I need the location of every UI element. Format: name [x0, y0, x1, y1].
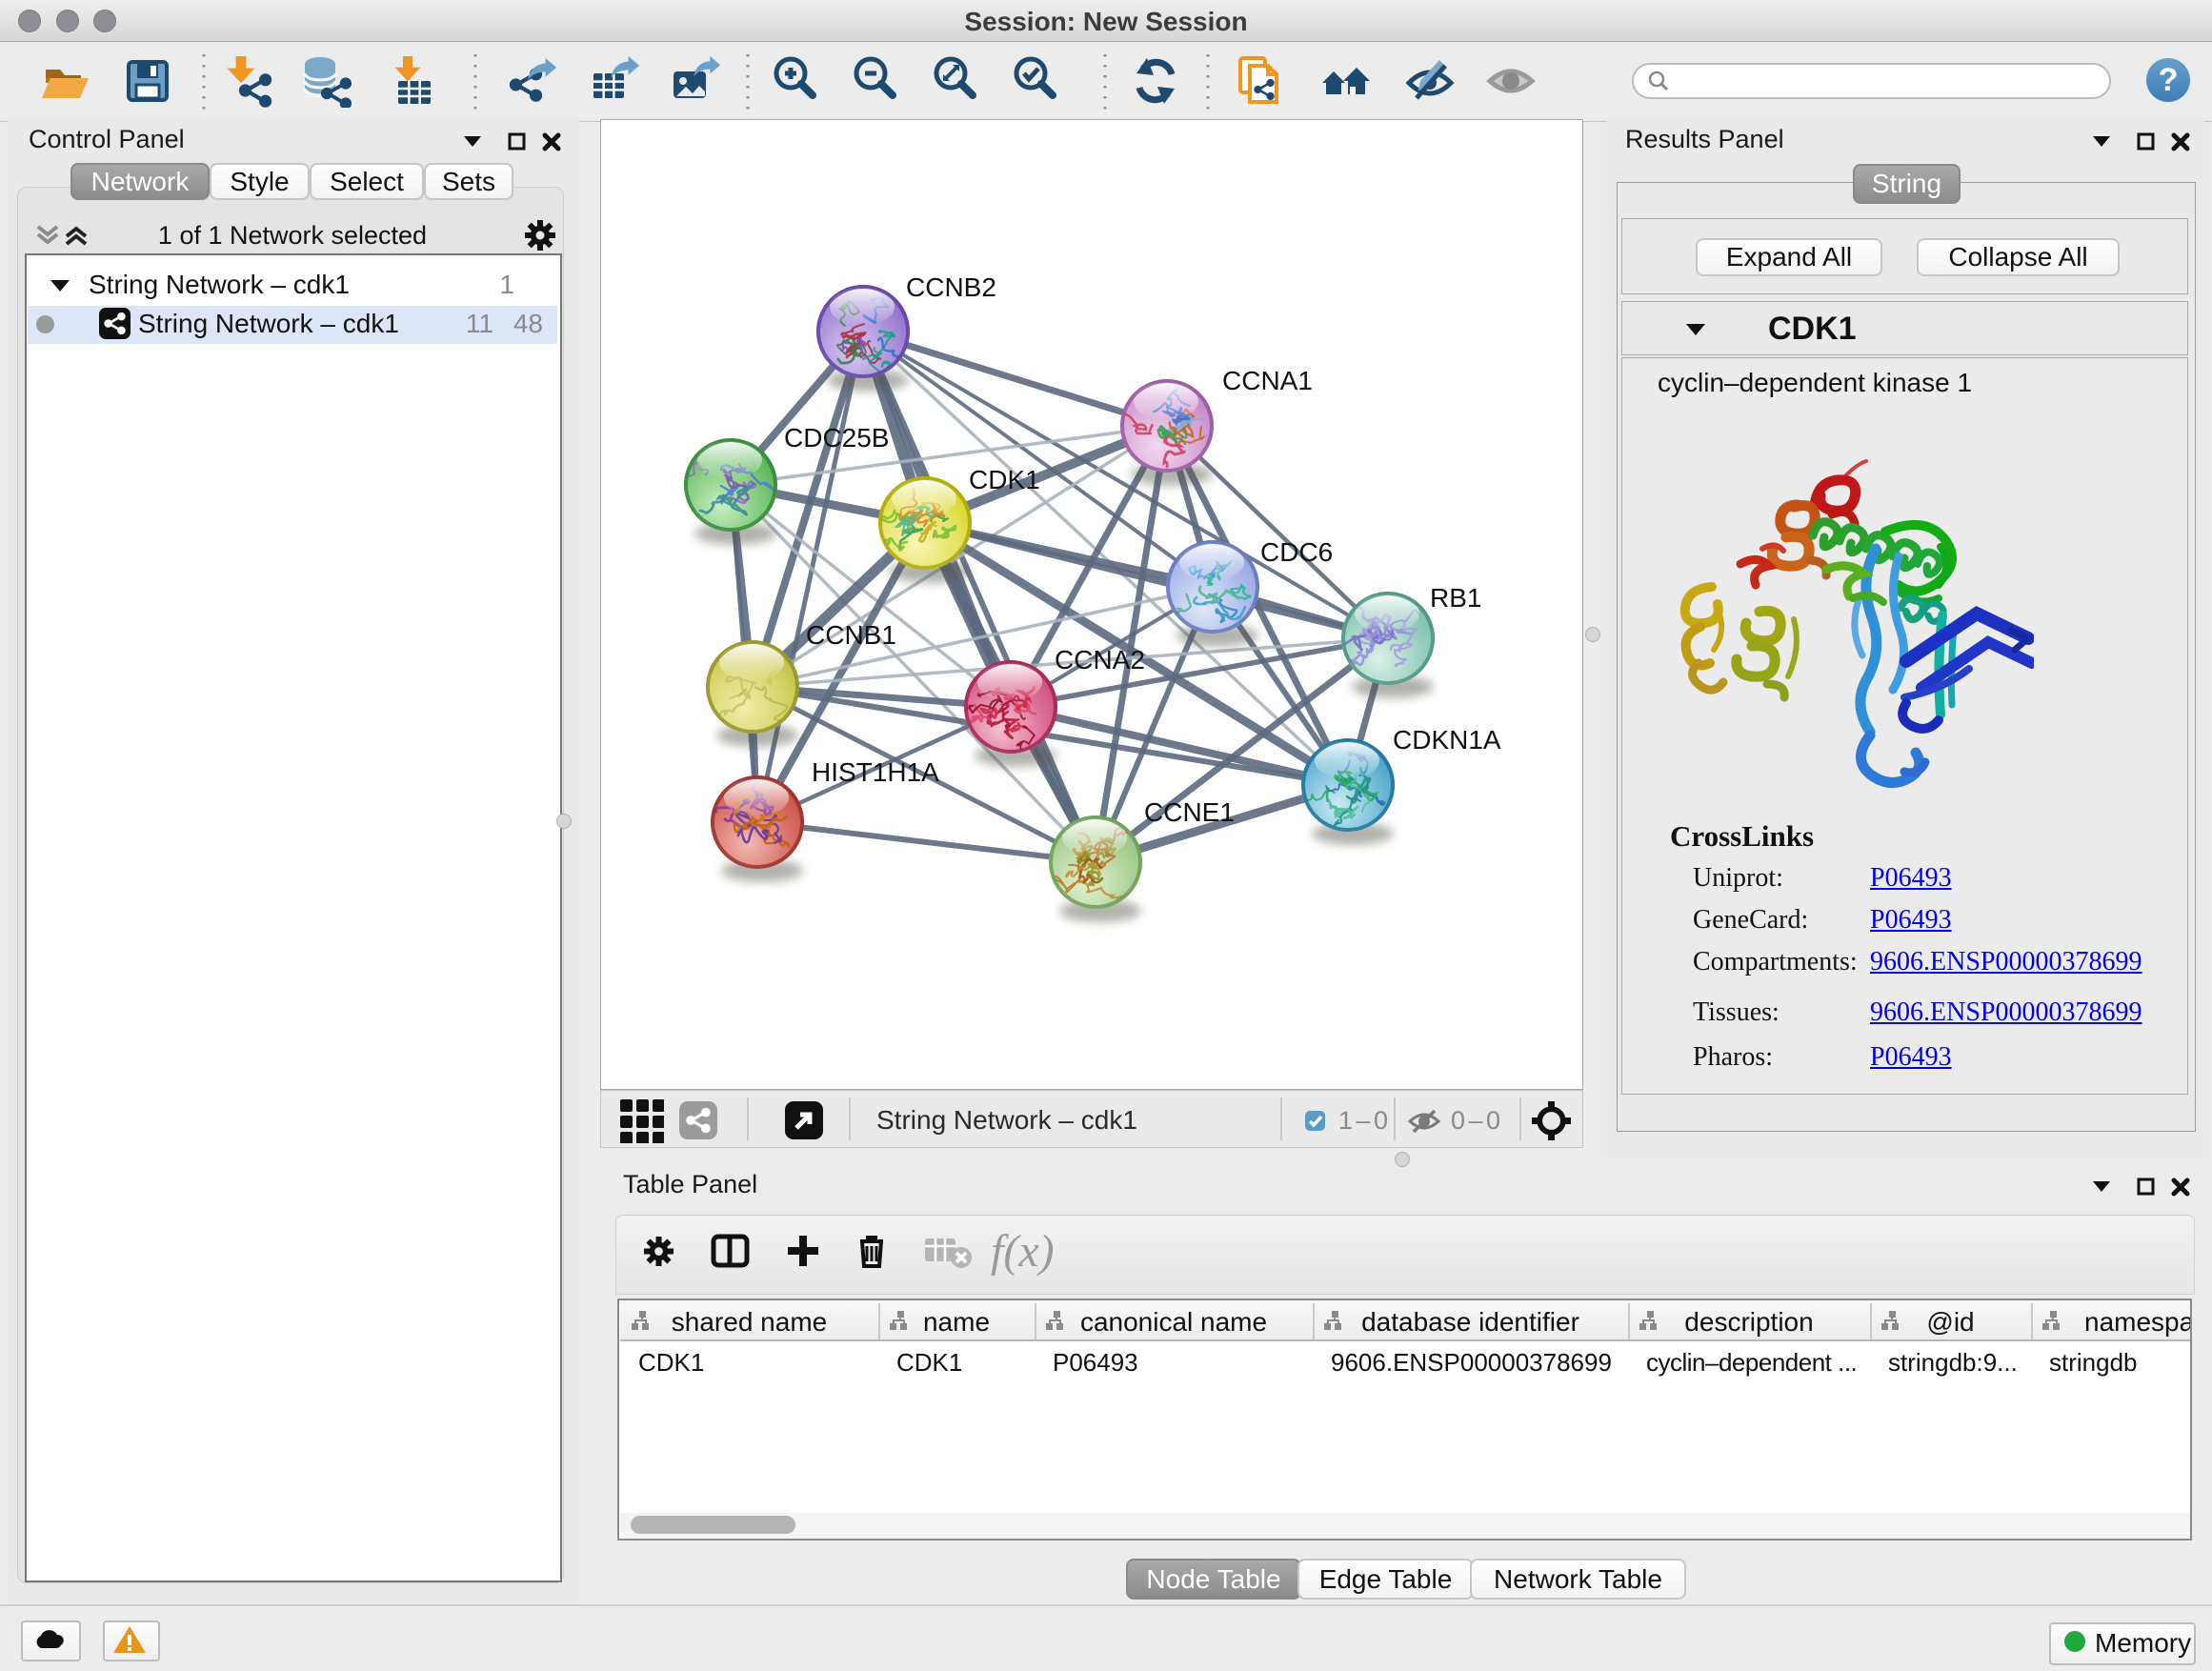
svg-text:CCNB2: CCNB2: [906, 272, 996, 302]
svg-text:RB1: RB1: [1430, 583, 1481, 613]
svg-text:CCNA2: CCNA2: [1055, 645, 1145, 674]
svg-text:HIST1H1A: HIST1H1A: [812, 757, 939, 787]
svg-text:CDC6: CDC6: [1260, 537, 1333, 567]
svg-text:CDKN1A: CDKN1A: [1393, 725, 1501, 755]
svg-text:CDK1: CDK1: [969, 465, 1040, 494]
svg-text:CCNB1: CCNB1: [806, 620, 896, 650]
svg-text:CCNE1: CCNE1: [1144, 797, 1235, 827]
svg-text:CDC25B: CDC25B: [784, 423, 889, 453]
svg-text:CCNA1: CCNA1: [1222, 366, 1313, 395]
